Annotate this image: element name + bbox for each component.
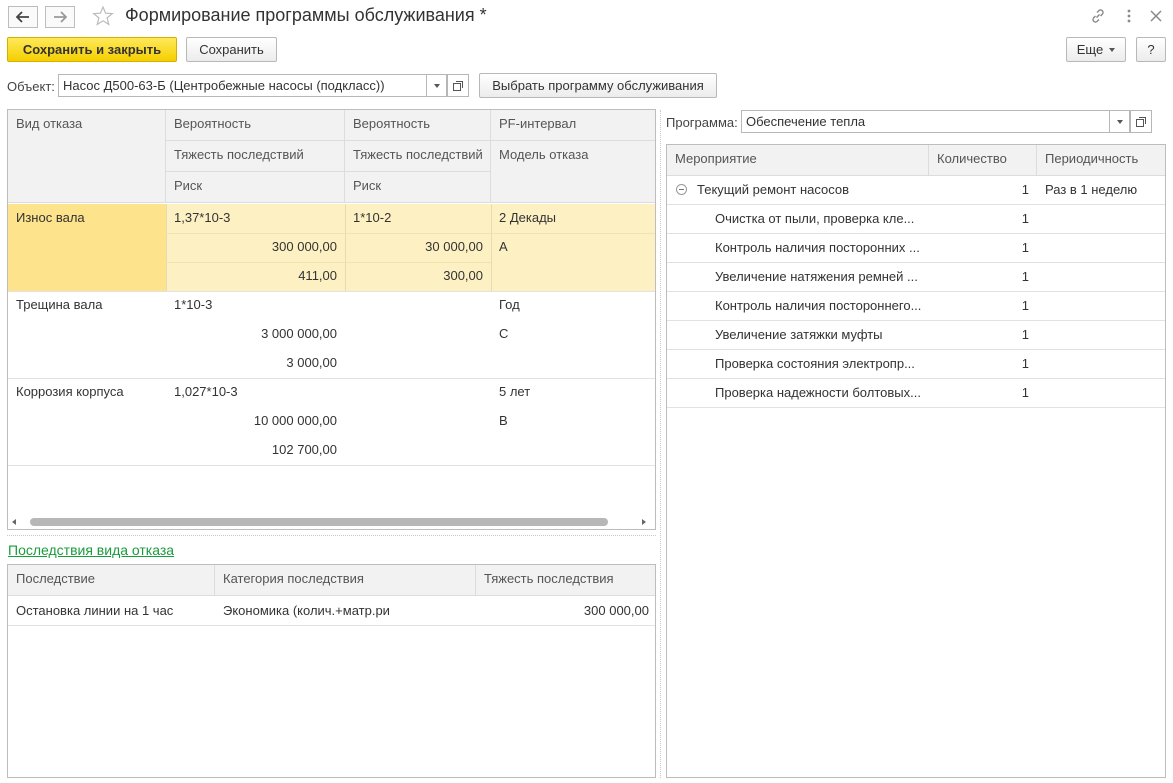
help-button[interactable]: ? <box>1136 37 1166 62</box>
row3-risk-1: 102 700,00 <box>271 442 337 457</box>
more-label: Еще <box>1076 42 1104 57</box>
back-button[interactable] <box>8 6 38 28</box>
select-program-button[interactable]: Выбрать программу обслуживания <box>479 73 717 98</box>
object-dropdown-button[interactable] <box>427 74 447 97</box>
header-probability-2[interactable]: Вероятность <box>345 110 491 141</box>
activity-item[interactable]: Контроль наличия посторонних ... <box>707 234 929 261</box>
row1-failure-name: Износ вала <box>16 210 85 225</box>
row3-failure-name: Коррозия корпуса <box>16 384 124 399</box>
row1-severity-1: 300 000,00 <box>271 239 337 254</box>
row2-failure-name: Трещина вала <box>16 297 103 312</box>
object-open-button[interactable] <box>447 74 469 97</box>
program-dropdown-button[interactable] <box>1110 110 1130 133</box>
more-button[interactable]: Еще <box>1066 37 1126 62</box>
collapse-icon[interactable] <box>676 184 687 195</box>
group-quantity: 1 <box>1021 182 1029 197</box>
activity-quantity: 1 <box>1021 327 1029 342</box>
more-vert-icon[interactable] <box>1120 7 1138 25</box>
consequence-severity: 300 000,00 <box>583 603 649 618</box>
open-window-icon <box>1136 116 1146 127</box>
activity-quantity: 1 <box>1021 356 1029 371</box>
program-label: Программа: <box>666 115 738 130</box>
group-name: Текущий ремонт насосов <box>697 182 850 197</box>
activity-item[interactable]: Увеличение затяжки муфты <box>707 321 929 348</box>
consequences-link[interactable]: Последствия вида отказа <box>8 542 174 558</box>
row1-risk-1: 411,00 <box>298 268 337 283</box>
header-severity-1[interactable]: Тяжесть последствий <box>166 141 345 172</box>
scroll-right-arrow[interactable] <box>642 519 646 525</box>
close-icon[interactable] <box>1147 7 1165 25</box>
chevron-down-icon <box>433 83 440 88</box>
chevron-down-icon <box>1109 47 1116 52</box>
activity-quantity: 1 <box>1021 385 1029 400</box>
header-risk-1[interactable]: Риск <box>166 172 345 203</box>
horizontal-splitter[interactable] <box>7 535 656 536</box>
group-periodicity: Раз в 1 неделю <box>1045 182 1138 197</box>
activity-item[interactable]: Контроль наличия постороннего... <box>707 292 929 319</box>
program-open-button[interactable] <box>1130 110 1152 133</box>
header-pf-interval[interactable]: PF-интервал <box>491 110 655 141</box>
row3-probability-1: 1,027*10-3 <box>174 384 238 399</box>
row1-risk-2: 300,00 <box>443 268 483 283</box>
object-field[interactable]: Насос Д500-63-Б (Центробежные насосы (по… <box>58 74 427 97</box>
header-consequence-category[interactable]: Категория последствия <box>215 565 476 596</box>
header-consequence[interactable]: Последствие <box>8 565 215 596</box>
row2-risk-1: 3 000,00 <box>286 355 337 370</box>
object-label: Объект: <box>7 79 55 94</box>
program-field[interactable]: Обеспечение тепла <box>741 110 1110 133</box>
row3-failure-model: B <box>499 413 508 428</box>
consequences-table: Последствие Категория последствия Тяжест… <box>7 564 656 778</box>
activity-quantity: 1 <box>1021 211 1029 226</box>
header-consequence-severity[interactable]: Тяжесть последствия <box>476 565 655 596</box>
header-risk-2[interactable]: Риск <box>345 172 491 203</box>
arrow-right-icon <box>54 11 67 23</box>
activity-item[interactable]: Очистка от пыли, проверка кле... <box>707 205 929 232</box>
activity-quantity: 1 <box>1021 240 1029 255</box>
program-table: Мероприятие Количество Периодичность Тек… <box>666 144 1166 778</box>
row1-pf-interval: 2 Декады <box>499 210 557 225</box>
row2-failure-model: C <box>499 326 509 341</box>
star-icon[interactable] <box>92 5 114 27</box>
row2-pf-interval: Год <box>499 297 520 312</box>
link-icon[interactable] <box>1089 7 1107 25</box>
activity-item[interactable]: Увеличение натяжения ремней ... <box>707 263 929 290</box>
header-periodicity[interactable]: Периодичность <box>1037 145 1165 176</box>
row1-probability-2: 1*10-2 <box>353 210 392 225</box>
header-activity[interactable]: Мероприятие <box>667 145 929 176</box>
save-close-button[interactable]: Сохранить и закрыть <box>7 37 177 62</box>
activity-item[interactable]: Проверка надежности болтовых... <box>707 379 929 406</box>
horizontal-scrollbar[interactable] <box>30 518 608 526</box>
consequence-name: Остановка линии на 1 час <box>16 603 174 618</box>
forward-button[interactable] <box>45 6 75 28</box>
save-button[interactable]: Сохранить <box>186 37 277 62</box>
page-title: Формирование программы обслуживания * <box>125 5 487 25</box>
activity-quantity: 1 <box>1021 269 1029 284</box>
activity-item[interactable]: Проверка состояния электропр... <box>707 350 929 377</box>
row2-severity-1: 3 000 000,00 <box>261 326 337 341</box>
activity-quantity: 1 <box>1021 298 1029 313</box>
scroll-left-arrow[interactable] <box>12 519 16 525</box>
row1-severity-2: 30 000,00 <box>425 239 483 254</box>
header-probability-1[interactable]: Вероятность <box>166 110 345 141</box>
chevron-down-icon <box>1116 119 1123 124</box>
header-failure-model[interactable]: Модель отказа <box>491 141 655 203</box>
header-severity-2[interactable]: Тяжесть последствий <box>345 141 491 172</box>
header-failure-type[interactable]: Вид отказа <box>8 110 166 203</box>
row1-failure-model: A <box>499 239 508 254</box>
row2-probability-1: 1*10-3 <box>174 297 213 312</box>
header-quantity[interactable]: Количество <box>929 145 1037 176</box>
row3-pf-interval: 5 лет <box>499 384 531 399</box>
row3-severity-1: 10 000 000,00 <box>253 413 337 428</box>
row1-probability-1: 1,37*10-3 <box>174 210 231 225</box>
consequence-category: Экономика (колич.+матр.ри <box>223 603 390 618</box>
arrow-left-icon <box>16 11 29 23</box>
failure-table: Вид отказа Вероятность Тяжесть последств… <box>7 109 656 530</box>
vertical-splitter[interactable] <box>660 110 661 778</box>
open-window-icon <box>453 80 463 91</box>
